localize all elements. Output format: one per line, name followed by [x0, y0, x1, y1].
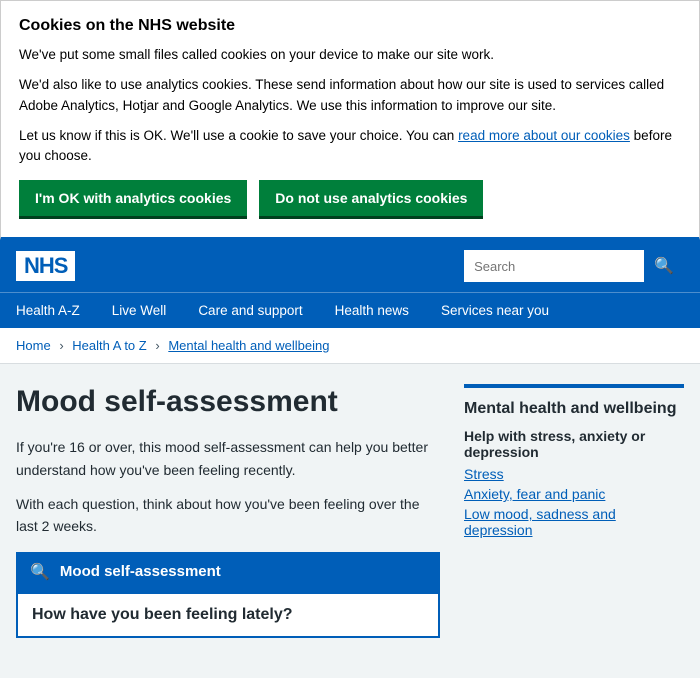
nhs-header: NHS 🔍 [0, 240, 700, 292]
sidebar-link-stress[interactable]: Stress [464, 466, 684, 482]
sidebar-link-low-mood[interactable]: Low mood, sadness and depression [464, 506, 684, 538]
sidebar-heading: Mental health and wellbeing [464, 400, 684, 418]
nav-health-news[interactable]: Health news [319, 293, 425, 328]
search-button[interactable]: 🔍 [644, 250, 684, 282]
sidebar-card: Mental health and wellbeing Help with st… [464, 384, 684, 538]
tool-question: How have you been feeling lately? [16, 592, 440, 638]
nav-live-well[interactable]: Live Well [96, 293, 183, 328]
main-content: Mood self-assessment If you're 16 or ove… [0, 364, 700, 658]
cookie-title: Cookies on the NHS website [19, 17, 681, 35]
cookie-buttons: I'm OK with analytics cookies Do not use… [19, 180, 681, 219]
nhs-logo[interactable]: NHS [16, 251, 75, 281]
cookie-banner: Cookies on the NHS website We've put som… [0, 0, 700, 240]
cookie-para3: Let us know if this is OK. We'll use a c… [19, 126, 681, 167]
cookie-para3-before: Let us know if this is OK. We'll use a c… [19, 128, 458, 143]
search-box: 🔍 [464, 250, 684, 282]
page-title: Mood self-assessment [16, 384, 440, 420]
content-left: Mood self-assessment If you're 16 or ove… [16, 384, 440, 638]
search-input[interactable] [464, 253, 644, 280]
breadcrumb-separator-1: › [59, 338, 63, 353]
nhs-nav: Health A-Z Live Well Care and support He… [0, 292, 700, 328]
cookie-para1: We've put some small files called cookie… [19, 45, 681, 65]
search-icon: 🔍 [654, 258, 674, 275]
content-right: Mental health and wellbeing Help with st… [464, 384, 684, 638]
decline-cookies-button[interactable]: Do not use analytics cookies [259, 180, 483, 219]
intro-text-2: With each question, think about how you'… [16, 493, 440, 538]
nav-services-near-you[interactable]: Services near you [425, 293, 565, 328]
tool-label: Mood self-assessment [60, 563, 221, 580]
sidebar-link-anxiety[interactable]: Anxiety, fear and panic [464, 486, 684, 502]
accept-cookies-button[interactable]: I'm OK with analytics cookies [19, 180, 247, 219]
cookie-read-more-link[interactable]: read more about our cookies [458, 128, 630, 143]
tool-box[interactable]: 🔍 Mood self-assessment [16, 552, 440, 592]
sidebar-sub-heading: Help with stress, anxiety or depression [464, 428, 684, 460]
breadcrumb-separator-2: › [155, 338, 159, 353]
breadcrumb: Home › Health A to Z › Mental health and… [0, 328, 700, 364]
tool-search-icon: 🔍 [30, 562, 50, 582]
breadcrumb-health-az[interactable]: Health A to Z [72, 338, 146, 353]
nav-care-support[interactable]: Care and support [182, 293, 318, 328]
nav-health-az[interactable]: Health A-Z [0, 293, 96, 328]
question-text: How have you been feeling lately? [32, 606, 293, 623]
intro-text-1: If you're 16 or over, this mood self-ass… [16, 436, 440, 481]
cookie-para2: We'd also like to use analytics cookies.… [19, 75, 681, 116]
breadcrumb-mental-health[interactable]: Mental health and wellbeing [168, 338, 329, 353]
breadcrumb-home[interactable]: Home [16, 338, 51, 353]
